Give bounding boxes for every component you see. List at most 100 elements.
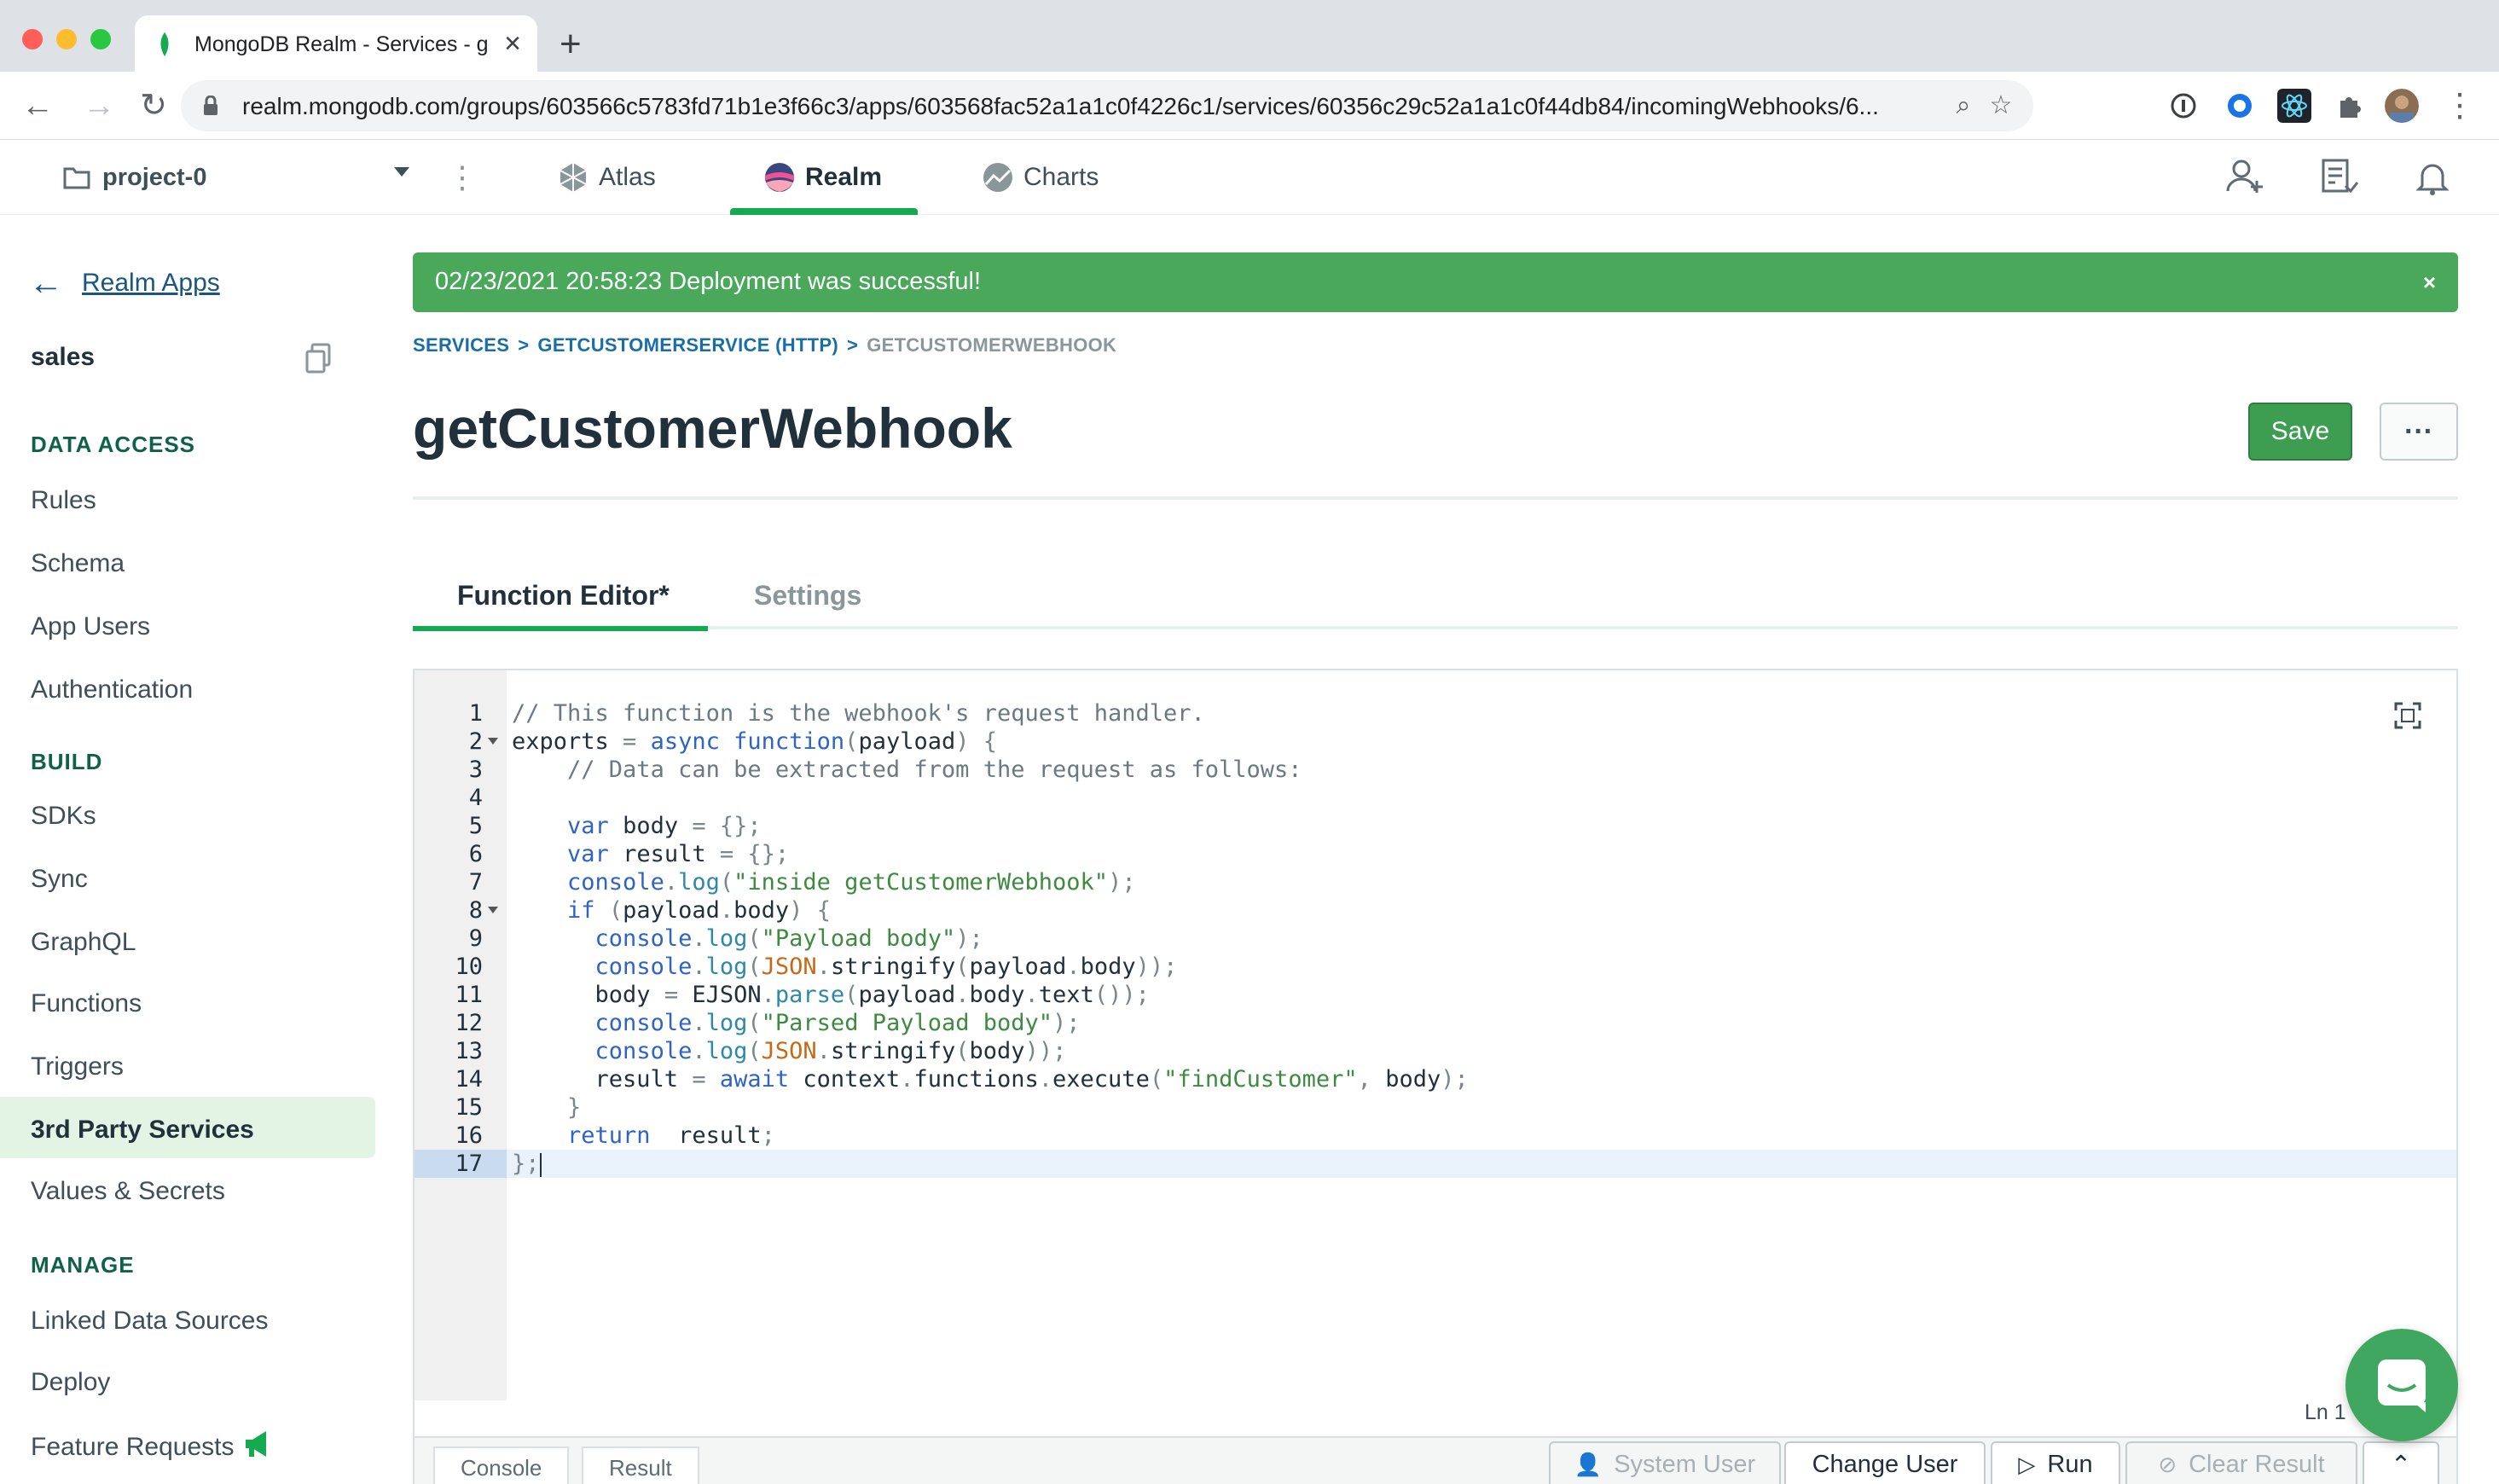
code-text: console.log(JSON.stringify(payload.body)… <box>594 954 1178 980</box>
clear-result-button[interactable]: ⊘ Clear Result <box>2125 1441 2357 1484</box>
bookmark-star-icon[interactable]: ☆ <box>1984 89 2018 123</box>
project-selector[interactable]: project-0 <box>63 159 206 196</box>
line-number: 15 <box>455 1094 483 1121</box>
code-line[interactable]: 6 var result = {}; <box>415 840 2456 868</box>
tab-function-editor[interactable]: Function Editor* <box>457 580 670 612</box>
line-number: 8 <box>468 897 483 924</box>
code-line[interactable]: 10 console.log(JSON.stringify(payload.bo… <box>415 953 2456 981</box>
code-line[interactable]: 17}; <box>415 1150 2456 1178</box>
editor-bottom-bar: Console Result 👤 System User Change User… <box>415 1436 2456 1484</box>
code-text: body = EJSON.parse(payload.body.text()); <box>512 982 1150 1008</box>
line-number: 14 <box>455 1066 483 1093</box>
code-line[interactable]: 15 } <box>415 1093 2456 1122</box>
section-manage: MANAGE <box>31 1252 135 1278</box>
fold-toggle-icon[interactable] <box>488 738 498 745</box>
clear-result-label: Clear Result <box>2189 1450 2325 1478</box>
chat-icon <box>2378 1359 2426 1412</box>
code-area[interactable]: 1 // This function is the webhook's reque… <box>415 699 2456 1178</box>
activity-feed-icon[interactable] <box>2316 155 2361 200</box>
tab-settings[interactable]: Settings <box>754 580 861 612</box>
nav-tab-charts[interactable]: Charts <box>981 140 1099 215</box>
tab-close-icon[interactable]: × <box>498 29 527 58</box>
system-user-button[interactable]: 👤 System User <box>1549 1441 1781 1484</box>
sidebar-item-feature-requests[interactable]: Feature Requests <box>31 1433 234 1462</box>
code-text: } <box>567 1094 582 1121</box>
copy-icon[interactable] <box>302 341 336 375</box>
extension-info-icon[interactable] <box>2166 89 2200 123</box>
sidebar-item-functions[interactable]: Functions <box>31 989 142 1018</box>
code-line[interactable]: 1 // This function is the webhook's reque… <box>415 699 2456 728</box>
sidebar-item-rules[interactable]: Rules <box>31 486 96 515</box>
sidebar-item-schema[interactable]: Schema <box>31 549 125 578</box>
tab-title: MongoDB Realm - Services - g <box>194 32 488 56</box>
sidebar-item-sdks[interactable]: SDKs <box>31 802 96 831</box>
reload-icon[interactable]: ↻ <box>133 85 174 126</box>
back-link-label: Realm Apps <box>82 269 220 297</box>
sidebar-item-app-users[interactable]: App Users <box>31 612 150 641</box>
tab-result[interactable]: Result <box>582 1446 699 1484</box>
sidebar-item-triggers[interactable]: Triggers <box>31 1052 124 1081</box>
code-line[interactable]: 13 console.log(JSON.stringify(body)); <box>415 1037 2456 1065</box>
window-zoom-button[interactable] <box>90 29 111 49</box>
window-close-button[interactable] <box>22 29 43 49</box>
code-text: // Data can be extracted from the reques… <box>567 756 1302 783</box>
save-button[interactable]: Save <box>2248 403 2352 461</box>
browser-tab[interactable]: MongoDB Realm - Services - g × <box>135 15 537 72</box>
notifications-bell-icon[interactable] <box>2410 155 2455 200</box>
banner-close-icon[interactable]: × <box>2423 270 2436 296</box>
breadcrumb-services[interactable]: SERVICES <box>413 334 509 357</box>
collapse-panel-button[interactable]: ⌃ <box>2363 1441 2439 1484</box>
run-button[interactable]: ▷ Run <box>1991 1441 2120 1484</box>
invite-user-icon[interactable] <box>2223 155 2267 200</box>
sidebar-item-deploy[interactable]: Deploy <box>31 1368 110 1397</box>
code-line[interactable]: 11 body = EJSON.parse(payload.body.text(… <box>415 981 2456 1009</box>
back-icon[interactable]: ← <box>17 85 58 126</box>
code-line[interactable]: 7 console.log("inside getCustomerWebhook… <box>415 868 2456 896</box>
line-number: 13 <box>455 1038 483 1064</box>
sidebar-item-3rd-party-services[interactable]: 3rd Party Services <box>31 1116 254 1145</box>
caret-down-icon[interactable] <box>394 167 409 177</box>
sidebar-item-sync[interactable]: Sync <box>31 865 88 894</box>
project-menu-icon[interactable]: ⋮ <box>447 157 478 198</box>
address-bar[interactable]: realm.mongodb.com/groups/603566c5783fd71… <box>181 80 2033 131</box>
nav-tab-atlas[interactable]: Atlas <box>556 140 656 215</box>
sidebar-item-linked-data-sources[interactable]: Linked Data Sources <box>31 1307 269 1336</box>
profile-avatar-icon[interactable] <box>2385 89 2419 123</box>
zoom-icon[interactable]: ⌕ <box>1946 89 1980 123</box>
change-user-button[interactable]: Change User <box>1784 1441 1986 1484</box>
code-line[interactable]: 8 if (payload.body) { <box>415 896 2456 925</box>
tab-console[interactable]: Console <box>433 1446 570 1484</box>
code-line[interactable]: 14 result = await context.functions.exec… <box>415 1065 2456 1093</box>
chat-support-button[interactable] <box>2345 1329 2458 1441</box>
fold-toggle-icon[interactable] <box>488 907 498 913</box>
line-number: 1 <box>468 700 483 727</box>
breadcrumb-service[interactable]: GETCUSTOMERSERVICE (HTTP) <box>537 334 838 357</box>
line-number: 12 <box>455 1010 483 1036</box>
code-line[interactable]: 9 console.log("Payload body"); <box>415 925 2456 953</box>
browser-menu-icon[interactable]: ⋮ <box>2439 85 2480 126</box>
code-line[interactable]: 3 // Data can be extracted from the requ… <box>415 756 2456 784</box>
code-line[interactable]: 16 return result; <box>415 1122 2456 1150</box>
new-tab-button[interactable]: + <box>560 26 582 63</box>
sidebar-item-authentication[interactable]: Authentication <box>31 675 193 704</box>
window-minimize-button[interactable] <box>56 29 77 49</box>
code-editor[interactable]: 1 // This function is the webhook's reque… <box>413 669 2458 1484</box>
more-options-button[interactable]: ··· <box>2380 403 2458 461</box>
extensions-puzzle-icon[interactable] <box>2332 89 2366 123</box>
nav-tab-realm[interactable]: Realm <box>762 140 882 215</box>
user-icon: 👤 <box>1574 1451 1603 1477</box>
sidebar: ← Realm Apps sales DATA ACCESS Rules Sch… <box>0 215 391 1484</box>
forward-icon[interactable]: → <box>78 85 119 126</box>
code-line[interactable]: 2 exports = async function(payload) { <box>415 728 2456 756</box>
sidebar-item-graphql[interactable]: GraphQL <box>31 928 136 957</box>
code-line[interactable]: 4 <box>415 784 2456 812</box>
back-to-realm-apps-link[interactable]: ← Realm Apps <box>29 266 220 300</box>
extension-circle-icon[interactable] <box>2223 89 2257 123</box>
code-line[interactable]: 12 console.log("Parsed Payload body"); <box>415 1009 2456 1037</box>
fullscreen-expand-icon[interactable] <box>2393 701 2422 730</box>
system-user-label: System User <box>1614 1450 1756 1478</box>
code-line[interactable]: 5 var body = {}; <box>415 812 2456 840</box>
code-text: console.log("Parsed Payload body"); <box>594 1010 1081 1036</box>
react-devtools-icon[interactable] <box>2277 89 2311 123</box>
sidebar-item-values-secrets[interactable]: Values & Secrets <box>31 1177 225 1206</box>
